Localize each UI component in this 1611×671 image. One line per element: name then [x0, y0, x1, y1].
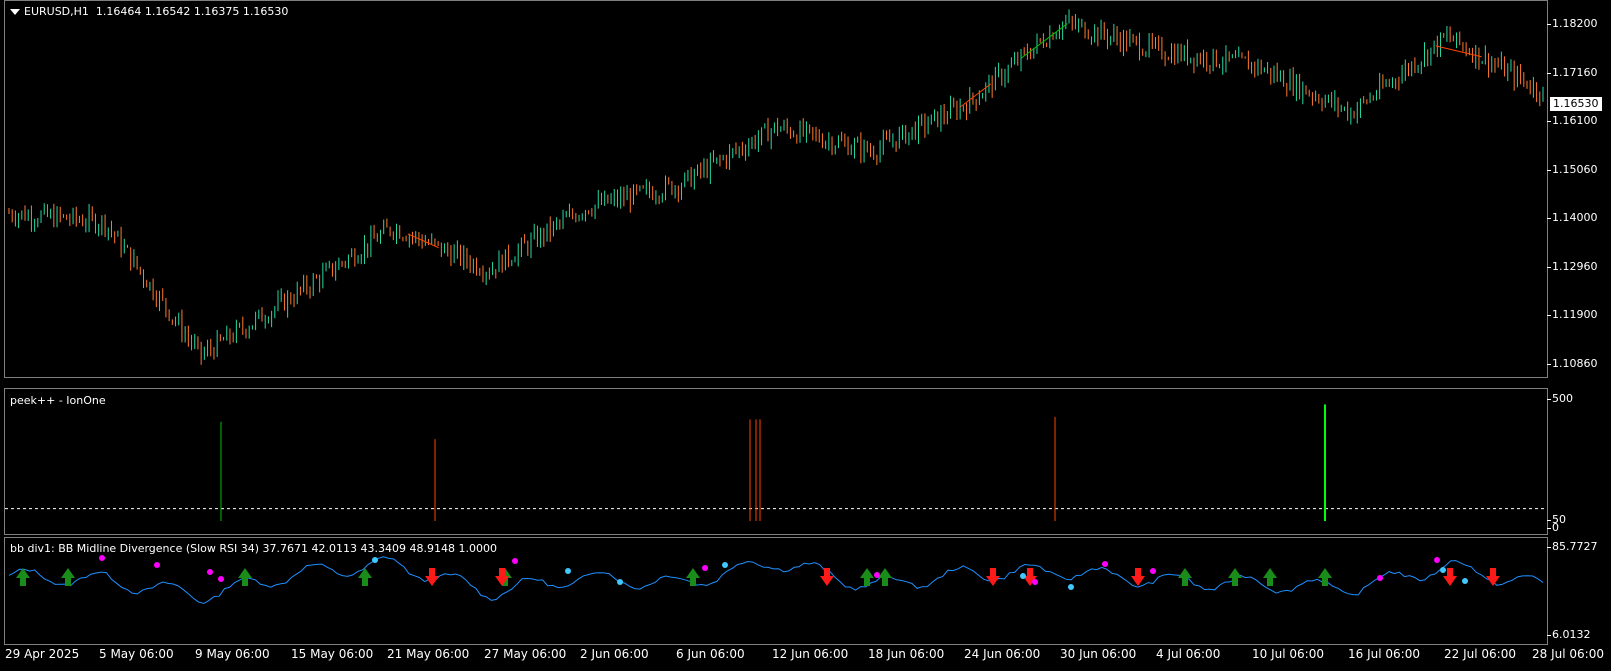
price-tick: 1.11900	[1547, 308, 1598, 321]
current-price-badge: 1.16530	[1550, 97, 1602, 111]
time-label: 16 Jul 06:00	[1348, 647, 1420, 661]
divergence-chart[interactable]	[5, 538, 1547, 644]
price-chart[interactable]	[5, 1, 1547, 377]
signal-dot	[565, 568, 571, 574]
price-tick: 1.10860	[1547, 357, 1598, 370]
time-label: 12 Jun 06:00	[772, 647, 849, 661]
signal-dot	[218, 576, 224, 582]
up-arrow-icon	[878, 568, 892, 586]
peek-indicator-pane[interactable]: peek++ - IonOne	[4, 388, 1548, 535]
time-label: 5 May 06:00	[99, 647, 174, 661]
signal-dot	[1020, 573, 1026, 579]
signal-dot	[1102, 561, 1108, 567]
signal-dot	[1462, 578, 1468, 584]
up-arrow-icon	[1178, 568, 1192, 586]
up-arrow-icon	[860, 568, 874, 586]
down-arrow-icon	[1131, 568, 1145, 586]
time-label: 10 Jul 06:00	[1252, 647, 1324, 661]
signal-dot	[512, 558, 518, 564]
peek-chart[interactable]	[5, 389, 1547, 534]
up-arrow-icon	[686, 568, 700, 586]
time-label: 30 Jun 06:00	[1060, 647, 1137, 661]
down-arrow-icon	[820, 568, 834, 586]
up-arrow-icon	[1318, 568, 1332, 586]
divergence-tick: 85.7727	[1547, 540, 1598, 553]
up-arrow-icon	[1228, 568, 1242, 586]
time-axis: 29 Apr 2025 5 May 06:00 9 May 06:00 15 M…	[0, 645, 1604, 667]
time-label: 21 May 06:00	[387, 647, 470, 661]
signal-dot	[1032, 579, 1038, 585]
price-pane[interactable]: EURUSD,H1 1.16464 1.16542 1.16375 1.1653…	[4, 0, 1548, 378]
price-tick: 1.18200	[1547, 17, 1598, 30]
time-label: 28 Jul 06:00	[1532, 647, 1604, 661]
signal-dot	[99, 555, 105, 561]
rsi-line	[8, 556, 1544, 604]
trend-line	[1021, 23, 1068, 59]
up-arrow-icon	[238, 568, 252, 586]
time-label: 9 May 06:00	[195, 647, 270, 661]
time-label: 24 Jun 06:00	[964, 647, 1041, 661]
signal-dot	[874, 572, 880, 578]
down-arrow-icon	[425, 568, 439, 586]
signal-dot	[1150, 568, 1156, 574]
signal-dot	[1068, 584, 1074, 590]
time-label: 29 Apr 2025	[5, 647, 80, 661]
price-tick: 1.14000	[1547, 211, 1598, 224]
signal-dot	[154, 562, 160, 568]
down-arrow-icon	[986, 568, 1000, 586]
peek-tick: 0	[1547, 521, 1559, 534]
signal-dot	[372, 557, 378, 563]
bb-divergence-pane[interactable]: bb div1: BB Midline Divergence (Slow RSI…	[4, 537, 1548, 645]
trend-line	[1435, 45, 1482, 58]
time-label: 2 Jun 06:00	[580, 647, 649, 661]
price-tick: 1.15060	[1547, 163, 1598, 176]
divergence-axis: 85.7727 6.0132	[1547, 537, 1611, 645]
price-tick: 1.16100	[1547, 114, 1598, 127]
time-label: 6 Jun 06:00	[676, 647, 745, 661]
signal-dot	[617, 579, 623, 585]
signal-dot	[1434, 557, 1440, 563]
price-tick: 1.12960	[1547, 260, 1598, 273]
divergence-tick: 6.0132	[1547, 628, 1591, 641]
time-label: 22 Jul 06:00	[1444, 647, 1516, 661]
down-arrow-icon	[1486, 568, 1500, 586]
signal-dot	[207, 569, 213, 575]
signal-dot	[702, 565, 708, 571]
signal-dot	[1377, 575, 1383, 581]
signal-dot	[1440, 567, 1446, 573]
signal-dot	[722, 562, 728, 568]
time-label: 4 Jul 06:00	[1156, 647, 1221, 661]
peek-tick: 500	[1547, 392, 1573, 405]
price-axis: 1.18200 1.17160 1.16100 1.15060 1.14000 …	[1547, 0, 1611, 378]
time-label: 27 May 06:00	[484, 647, 567, 661]
time-label: 15 May 06:00	[291, 647, 374, 661]
peek-axis: 500 50 0	[1547, 388, 1611, 535]
time-label: 18 Jun 06:00	[868, 647, 945, 661]
price-tick: 1.17160	[1547, 66, 1598, 79]
up-arrow-icon	[1263, 568, 1277, 586]
